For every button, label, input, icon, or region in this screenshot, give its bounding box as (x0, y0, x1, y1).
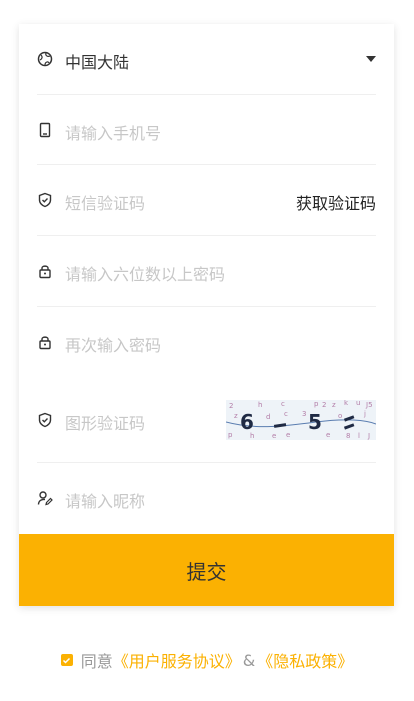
submit-button[interactable]: 提交 (19, 534, 394, 606)
phone-icon (37, 122, 53, 138)
nickname-input[interactable]: 请输入昵称 (65, 488, 145, 512)
svg-text:2: 2 (229, 402, 233, 410)
svg-text:e: e (272, 432, 276, 440)
svg-text:8: 8 (346, 432, 350, 440)
region-label: 中国大陆 (65, 53, 130, 72)
lock-icon (37, 334, 53, 350)
ampersand: & (242, 650, 256, 670)
user-edit-icon (37, 490, 53, 506)
shield-check-icon (37, 412, 53, 428)
sms-code-input[interactable]: 短信验证码 (65, 190, 145, 214)
globe-icon (37, 51, 53, 67)
svg-text:J: J (367, 432, 370, 440)
confirm-password-field[interactable]: 再次输入密码 (19, 325, 394, 359)
check-icon (63, 657, 71, 664)
password-input[interactable]: 请输入六位数以上密码 (65, 261, 225, 285)
svg-text:J5: J5 (365, 401, 373, 409)
svg-text:p: p (228, 431, 233, 439)
svg-text:j: j (363, 410, 366, 418)
svg-text:e: e (326, 431, 330, 439)
captcha-field[interactable]: 图形验证码 2 h c p 2 z k u J5 zdc3oj pheee8lJ 6 5 (19, 400, 394, 440)
agree-prefix: 同意 (80, 652, 113, 671)
get-code-button[interactable]: 获取验证码 (296, 190, 376, 214)
svg-text:2: 2 (322, 401, 326, 409)
nickname-field[interactable]: 请输入昵称 (19, 481, 394, 515)
svg-text:z: z (234, 412, 238, 420)
password-field[interactable]: 请输入六位数以上密码 (19, 254, 394, 288)
divider (37, 306, 376, 307)
svg-text:c: c (281, 400, 285, 408)
svg-text:h: h (258, 401, 262, 409)
phone-input[interactable]: 请输入手机号 (65, 120, 161, 144)
sms-code-field[interactable]: 短信验证码 获取验证码 (19, 183, 394, 217)
svg-text:d: d (266, 413, 270, 421)
svg-text:6: 6 (240, 410, 254, 434)
svg-text:3: 3 (302, 410, 306, 418)
svg-text:z: z (332, 401, 336, 409)
captcha-image[interactable]: 2 h c p 2 z k u J5 zdc3oj pheee8lJ 6 5 (226, 400, 376, 440)
agreement-row: 同意 《用户服务协议》 & 《隐私政策》 (0, 648, 414, 672)
divider (37, 235, 376, 236)
lock-icon (37, 263, 53, 279)
registration-card: 中国大陆 请输入手机号 短信验证码 获取验证码 请输入六位数以上密码 再次输入密… (19, 24, 394, 606)
svg-text:c: c (284, 410, 288, 418)
svg-text:p: p (314, 400, 319, 408)
captcha-input[interactable]: 图形验证码 (65, 410, 145, 434)
divider (37, 94, 376, 95)
shield-check-icon (37, 192, 53, 208)
phone-field[interactable]: 请输入手机号 (19, 113, 394, 147)
agree-checkbox[interactable] (60, 654, 73, 666)
privacy-policy-link[interactable]: 《隐私政策》 (257, 648, 353, 672)
region-select[interactable]: 中国大陆 (19, 42, 394, 76)
svg-text:u: u (356, 400, 360, 407)
user-service-link[interactable]: 《用户服务协议》 (113, 648, 241, 672)
divider (37, 462, 376, 463)
svg-text:5: 5 (308, 410, 322, 434)
svg-text:l: l (358, 432, 360, 440)
chevron-down-icon[interactable] (366, 56, 376, 62)
divider (37, 164, 376, 165)
confirm-password-input[interactable]: 再次输入密码 (65, 332, 161, 356)
svg-text:e: e (286, 431, 290, 439)
svg-text:o: o (338, 412, 342, 420)
